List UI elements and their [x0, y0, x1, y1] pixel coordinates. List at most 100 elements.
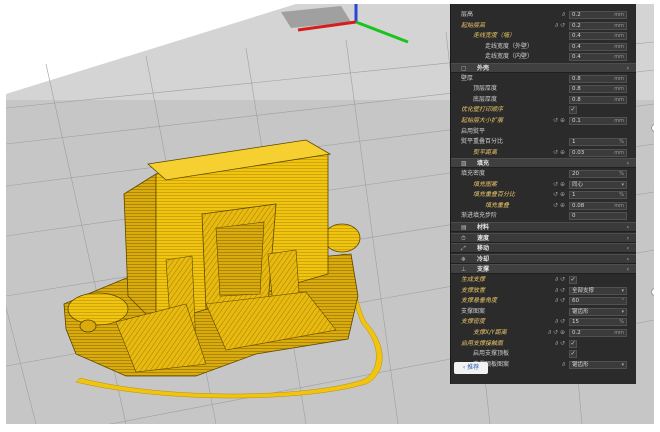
settings-section-23[interactable]: ❄ 冷却 ‹	[451, 253, 636, 264]
section-icon: ⏱	[461, 234, 466, 242]
setting-checkbox[interactable]: ✓	[569, 350, 577, 359]
chevron-down-icon: ▾	[621, 181, 624, 188]
reset-icon[interactable]: ∂ ↺	[547, 317, 565, 327]
setting-input[interactable]: 0.8 mm	[569, 85, 627, 94]
setting-input[interactable]: 0.03 mm	[569, 148, 627, 157]
setting-input[interactable]: 0.2 mm	[569, 21, 627, 30]
setting-input[interactable]: 0.4 mm	[569, 32, 627, 41]
setting-row-7: 顶层厚度 0.8 mm	[451, 84, 636, 94]
reset-icon[interactable]: ↺ ⊕	[547, 148, 565, 158]
setting-row-15: 填充密度 20%	[451, 169, 636, 179]
setting-checkbox[interactable]: ✓	[569, 339, 577, 348]
setting-row-4: 走线宽度（内壁） 0.4 mm	[451, 52, 636, 62]
setting-row-11: 启用熨平	[451, 127, 636, 137]
setting-row-28: 支撑图案 锯齿形 ▾	[451, 307, 636, 317]
setting-dropdown[interactable]: 全部支撑 ▾	[569, 286, 627, 295]
reset-icon[interactable]: ∂ ↺ ⊕	[547, 328, 565, 338]
reset-icon[interactable]: ∂	[547, 360, 565, 370]
setting-checkbox[interactable]: ✓	[569, 276, 577, 284]
setting-input[interactable]: 0.4 mm	[569, 53, 627, 62]
setting-dropdown[interactable]: 锯齿形 ▾	[569, 360, 627, 369]
setting-label: 填充重叠百分比	[473, 191, 516, 199]
reset-icon[interactable]: ∂ ↺	[547, 296, 565, 306]
section-title: 填充	[477, 160, 490, 168]
setting-label: 壁厚	[461, 74, 474, 82]
settings-section-22[interactable]: ⤢ 移动 ‹	[451, 243, 636, 254]
section-title: 材料	[477, 224, 490, 231]
setting-row-17: 填充重叠百分比 ↺ ⊕ 1%	[451, 190, 636, 200]
setting-input[interactable]: 0.2 mm	[569, 11, 627, 19]
reset-icon[interactable]: ↺ ⊕	[547, 180, 565, 190]
setting-input[interactable]: 0	[569, 212, 627, 221]
section-title: 外壳	[477, 65, 490, 72]
chevron-down-icon: ▾	[621, 308, 624, 315]
setting-label: 启用支撑接触面	[461, 339, 504, 347]
chevron-icon: ‹	[626, 245, 629, 253]
setting-row-31: 启用支撑接触面 ∂ ↺ ✓	[451, 339, 636, 349]
setting-label: 熨平重叠百分比	[461, 138, 504, 146]
setting-input[interactable]: 0.1 mm	[569, 117, 627, 125]
setting-row-19: 渐进填充步阶 0	[451, 211, 636, 221]
settings-section-5[interactable]: ▢ 外壳 ‹	[451, 63, 636, 73]
setting-row-1: 起始层高 ∂ ↺ 0.2 mm	[451, 21, 636, 31]
setting-input[interactable]: 1%	[569, 138, 627, 147]
chevron-icon: ‹	[626, 255, 629, 263]
section-icon: ❄	[461, 255, 467, 263]
setting-label: 生成支撑	[461, 276, 486, 283]
setting-input[interactable]: 20%	[569, 170, 627, 178]
layer-slider-bottom-handle[interactable]	[651, 288, 654, 296]
setting-input[interactable]: 0.4 mm	[569, 42, 627, 51]
print-settings-panel[interactable]: 层高 ∂ 0.2 mm 起始层高 ∂ ↺ 0.2 mm 走线宽度（墙） 0.4 mm 走线宽度（外壁）…	[450, 4, 636, 384]
reset-icon[interactable]: ∂	[547, 10, 565, 20]
setting-row-2: 走线宽度（墙） 0.4 mm	[451, 31, 636, 41]
settings-section-20[interactable]: ▤ 材料 ‹	[451, 222, 636, 232]
section-title: 支撑	[477, 266, 490, 274]
setting-label: 支撑放置	[461, 286, 486, 294]
reset-icon[interactable]: ∂ ↺	[547, 286, 565, 296]
settings-section-14[interactable]: ▨ 填充 ‹	[451, 158, 636, 169]
settings-section-21[interactable]: ⏱ 速度 ‹	[451, 232, 636, 243]
setting-row-32: 启用支撑顶板 ✓	[451, 349, 636, 359]
section-icon: ▢	[461, 65, 467, 72]
setting-dropdown[interactable]: 同心 ▾	[569, 180, 627, 189]
setting-label: 底层厚度	[473, 95, 498, 103]
reset-icon[interactable]: ∂ ↺	[547, 21, 565, 31]
setting-row-27: 支撑悬垂角度 ∂ ↺ 60 °	[451, 296, 636, 306]
setting-input[interactable]: 0.8 mm	[569, 74, 627, 83]
setting-row-10: 起始层大小扩展 ↺ ⊕ 0.1 mm	[451, 116, 636, 126]
setting-label: 支撑密度	[461, 318, 486, 326]
setting-input[interactable]: 0.2 mm	[569, 329, 627, 337]
setting-input[interactable]: 0.08 mm	[569, 201, 627, 210]
setting-label: 走线宽度（墙）	[473, 32, 516, 40]
setting-row-9: 优化壁打印顺序 ✓	[451, 105, 636, 115]
reset-icon[interactable]: ↺ ⊕	[547, 116, 565, 126]
reset-icon[interactable]: ↺ ⊕	[547, 201, 565, 211]
setting-label: 填充密度	[461, 170, 486, 177]
chevron-icon: ‹	[626, 65, 629, 72]
section-title: 移动	[477, 245, 490, 253]
setting-input[interactable]: 0.8 mm	[569, 95, 627, 104]
setting-row-26: 支撑放置 ∂ ↺ 全部支撑 ▾	[451, 286, 636, 296]
setting-input[interactable]: 60 °	[569, 297, 627, 306]
setting-row-25: 生成支撑 ∂ ↺ ✓	[451, 275, 636, 285]
setting-label: 支撑图案	[461, 307, 486, 315]
chevron-icon: ‹	[626, 266, 629, 274]
reset-icon[interactable]: ∂ ↺	[547, 339, 565, 349]
setting-row-6: 壁厚 0.8 mm	[451, 74, 636, 84]
setting-label: 支撑悬垂角度	[461, 297, 498, 305]
setting-input[interactable]: 15%	[569, 318, 627, 327]
settings-section-24[interactable]: ⊥ 支撑 ‹	[451, 264, 636, 275]
setting-row-18: 填充重叠 ↺ ⊕ 0.08 mm	[451, 201, 636, 211]
section-icon: ▤	[461, 224, 467, 231]
setting-input[interactable]: 1%	[569, 191, 627, 200]
setting-dropdown[interactable]: 锯齿形 ▾	[569, 307, 627, 316]
recommended-mode-button[interactable]: ‹ 推荐	[454, 362, 488, 374]
setting-checkbox[interactable]: ✓	[569, 106, 577, 115]
layer-slider-top-handle[interactable]	[651, 124, 654, 132]
setting-row-13: 熨平距离 ↺ ⊕ 0.03 mm	[451, 148, 636, 158]
chevron-icon: ‹	[626, 224, 629, 231]
setting-row-12: 熨平重叠百分比 1%	[451, 137, 636, 147]
setting-label: 顶层厚度	[473, 85, 498, 93]
reset-icon[interactable]: ↺ ⊕	[547, 190, 565, 200]
reset-icon[interactable]: ∂ ↺	[547, 275, 565, 285]
